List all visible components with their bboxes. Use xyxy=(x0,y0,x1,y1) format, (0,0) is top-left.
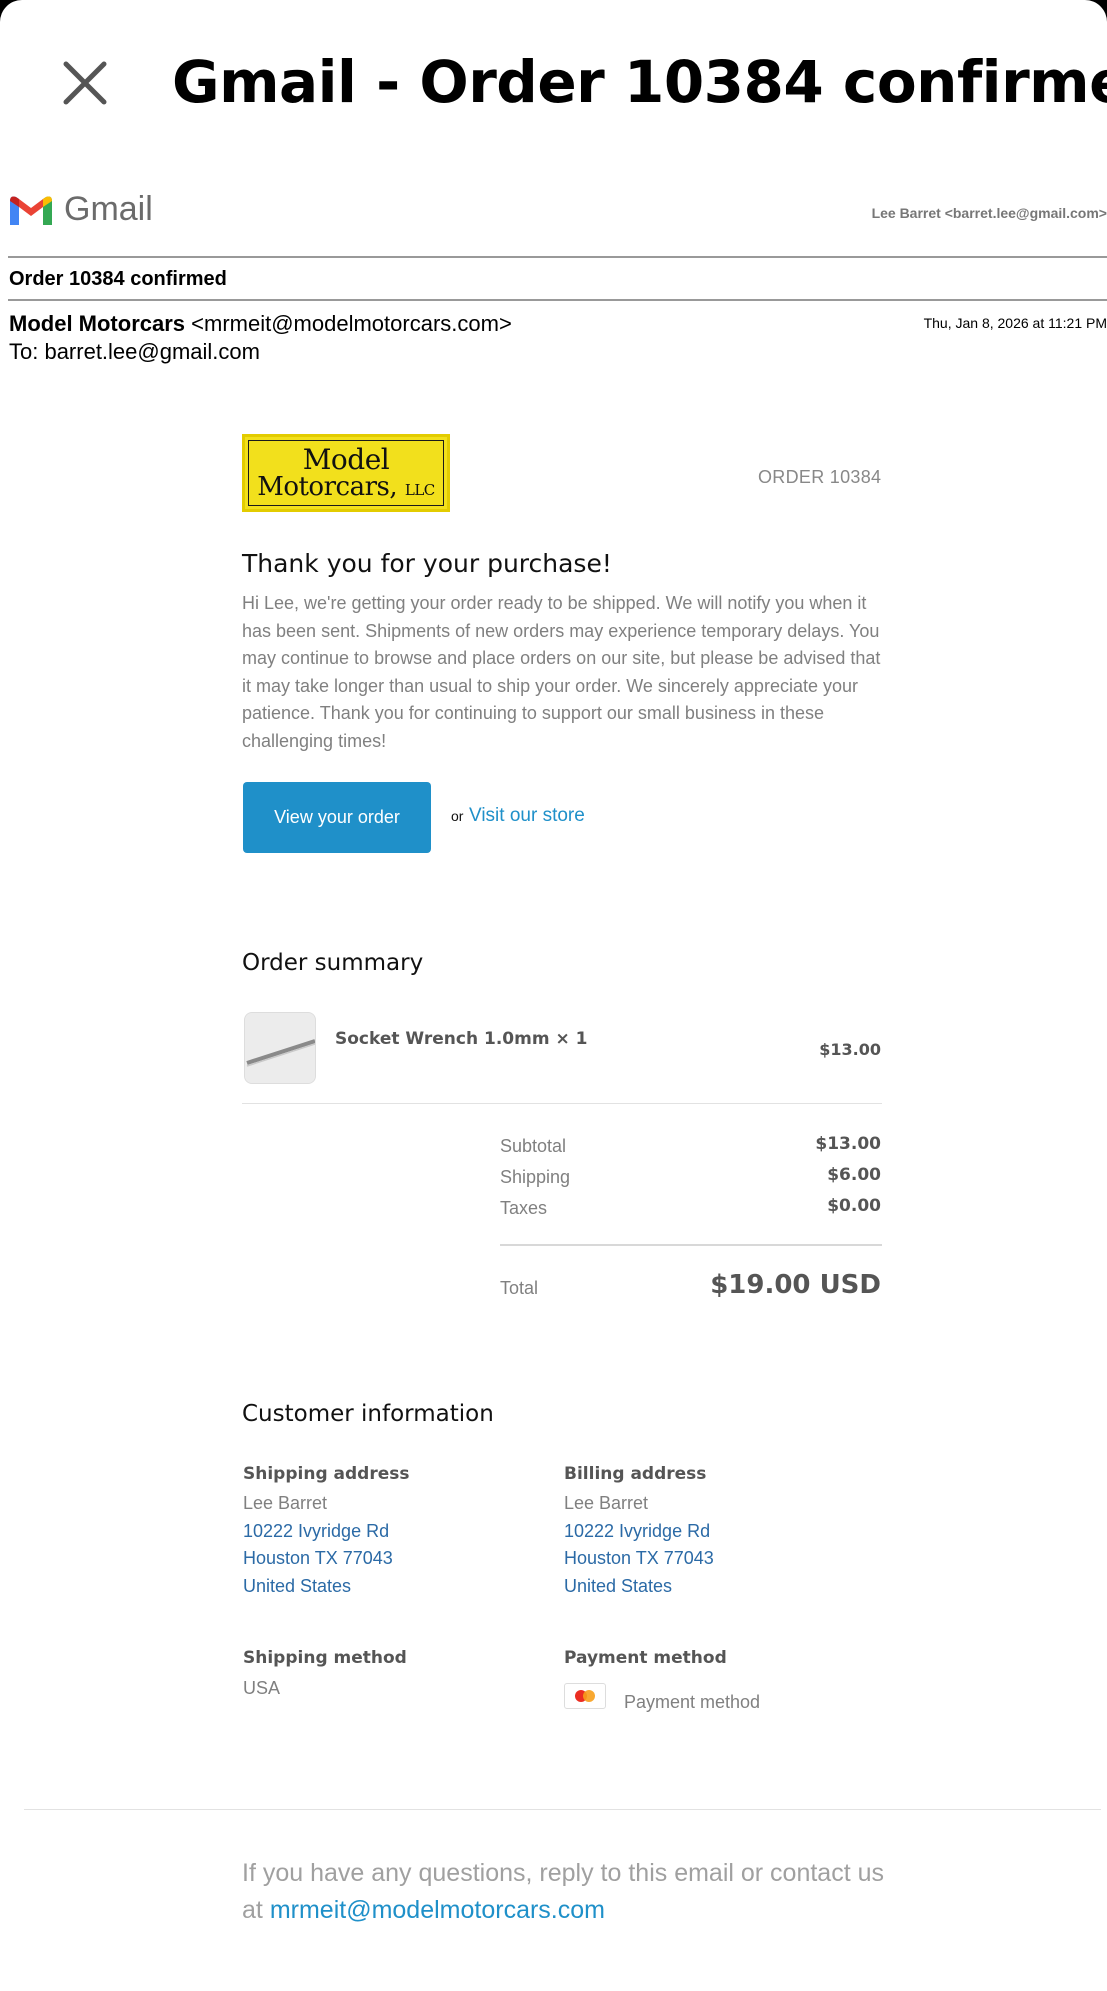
store-logo-line1: Model xyxy=(302,443,390,476)
view-order-button[interactable]: View your order xyxy=(243,782,431,853)
email-subject: Order 10384 confirmed xyxy=(9,268,227,290)
mastercard-icon xyxy=(564,1683,606,1709)
divider xyxy=(242,1103,882,1104)
email-viewer-sheet: Gmail - Order 10384 confirmed Gmail Lee … xyxy=(0,0,1107,1991)
shipping-address-street[interactable]: 10222 Ivyridge Rd xyxy=(243,1521,389,1542)
email-date: Thu, Jan 8, 2026 at 11:21 PM xyxy=(923,315,1107,331)
shipping-address-country[interactable]: United States xyxy=(243,1576,351,1597)
gmail-m-icon xyxy=(10,196,52,225)
taxes-label: Taxes xyxy=(500,1198,548,1218)
divider xyxy=(8,256,1107,258)
billing-address-city[interactable]: Houston TX 77043 xyxy=(564,1548,714,1569)
order-summary-heading: Order summary xyxy=(242,950,424,976)
shipping-value: $6.00 xyxy=(827,1165,881,1185)
store-logo: Model Motorcars, LLC xyxy=(242,434,450,512)
sender-name: Model Motorcars xyxy=(9,311,186,336)
gmail-wordmark: Gmail xyxy=(64,190,153,228)
viewer-header: Gmail - Order 10384 confirmed xyxy=(0,0,1107,170)
payment-method-heading: Payment method xyxy=(564,1648,727,1668)
product-price: $13.00 xyxy=(819,1040,881,1059)
viewer-title: Gmail - Order 10384 confirmed xyxy=(172,48,1107,116)
payment-method-value: Payment method xyxy=(624,1692,761,1712)
visit-store-link[interactable]: Visit our store xyxy=(469,805,585,827)
sender-line: Model Motorcars <mrmeit@modelmotorcars.c… xyxy=(9,311,512,337)
billing-address-heading: Billing address xyxy=(564,1464,707,1484)
billing-address-name: Lee Barret xyxy=(564,1493,649,1513)
close-icon[interactable] xyxy=(58,56,112,110)
store-logo-line2: Motorcars, LLC xyxy=(257,472,435,502)
billing-address-street[interactable]: 10222 Ivyridge Rd xyxy=(564,1521,710,1542)
shipping-address-heading: Shipping address xyxy=(243,1464,410,1484)
billing-address-country[interactable]: United States xyxy=(564,1576,672,1597)
total-value: $19.00 USD xyxy=(710,1270,881,1300)
shipping-method-heading: Shipping method xyxy=(243,1648,407,1668)
thanks-heading: Thank you for your purchase! xyxy=(242,549,612,578)
shipping-method-value: USA xyxy=(243,1678,281,1698)
shipping-address-city[interactable]: Houston TX 77043 xyxy=(243,1548,393,1569)
total-label: Total xyxy=(500,1278,539,1298)
customer-info-heading: Customer information xyxy=(242,1401,494,1427)
contact-email-link[interactable]: mrmeit@modelmotorcars.com xyxy=(270,1896,605,1924)
subtotal-label: Subtotal xyxy=(500,1136,567,1156)
store-logo-frame: Model Motorcars, LLC xyxy=(248,440,444,506)
subtotal-value: $13.00 xyxy=(815,1134,881,1154)
divider xyxy=(8,299,1107,301)
product-thumbnail[interactable] xyxy=(244,1012,316,1084)
gmail-logo: Gmail xyxy=(8,190,153,229)
product-name: Socket Wrench 1.0mm × 1 xyxy=(335,1029,588,1049)
thanks-message: Hi Lee, we're getting your order ready t… xyxy=(242,593,881,751)
footer-message: If you have any questions, reply to this… xyxy=(242,1855,902,1929)
footer-divider xyxy=(24,1809,1101,1810)
taxes-value: $0.00 xyxy=(827,1196,881,1216)
order-number: ORDER 10384 xyxy=(758,467,882,487)
or-text: or xyxy=(451,808,464,824)
divider xyxy=(500,1244,882,1246)
sender-email: <mrmeit@modelmotorcars.com> xyxy=(191,311,512,336)
recipient-line: To: barret.lee@gmail.com xyxy=(9,339,260,364)
shipping-address-name: Lee Barret xyxy=(243,1493,328,1513)
shipping-label: Shipping xyxy=(500,1167,571,1187)
account-label: Lee Barret <barret.lee@gmail.com> xyxy=(871,205,1107,221)
